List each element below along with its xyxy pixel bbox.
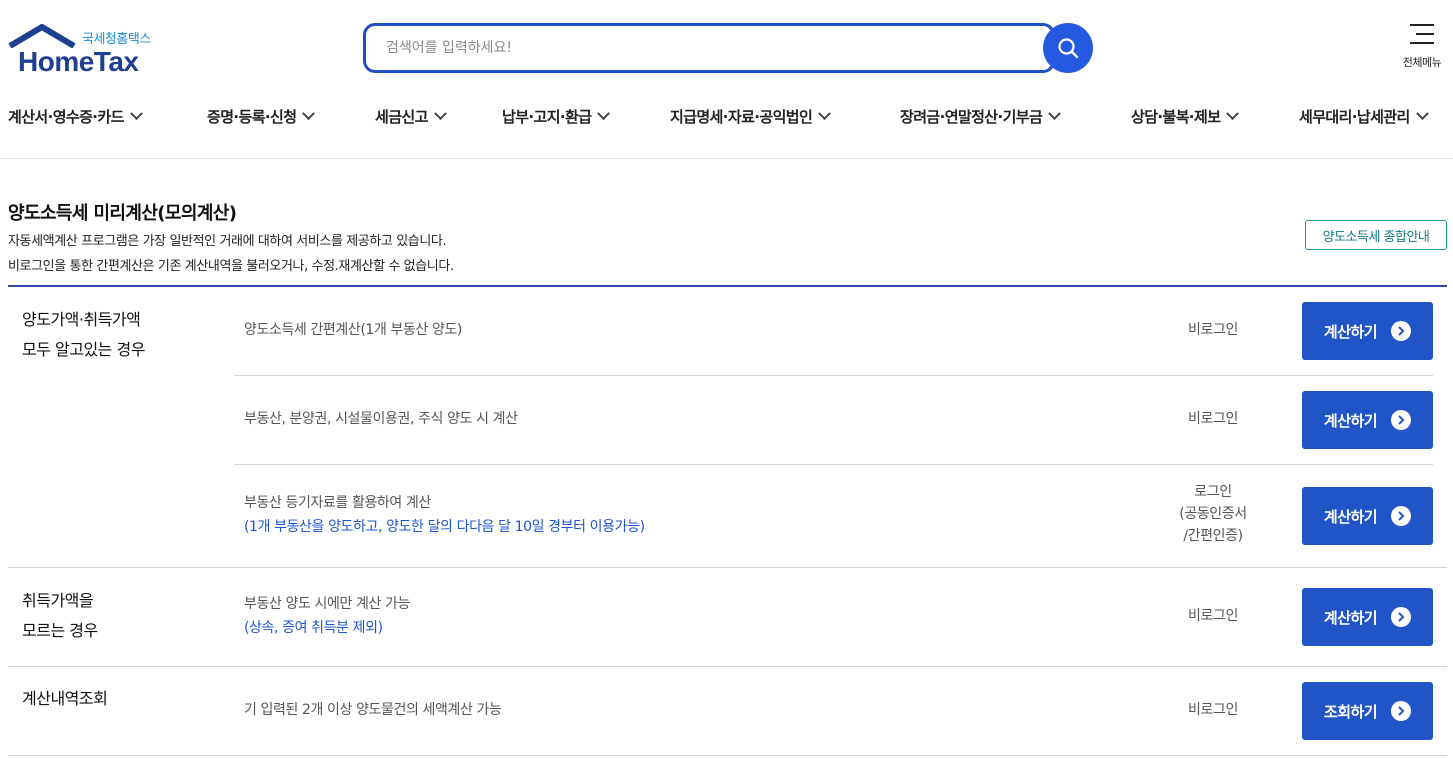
row-unknown-calc-note: (상속, 증여 취득분 제외) [244, 620, 383, 636]
main-navigation: 계산서·영수증·카드 증명·등록·신청 세금신고 납부·고지·환급 지급명세·자… [0, 106, 1453, 130]
nav-divider [0, 158, 1453, 159]
nav-item-certificate[interactable]: 증명·등록·신청 [207, 106, 316, 127]
chevron-right-icon [1391, 607, 1412, 627]
all-menu-button[interactable]: 전체메뉴 [1396, 24, 1448, 70]
logo-wordmark: HomeTax [18, 46, 139, 77]
calculate-button[interactable]: 계산하기 [1302, 391, 1433, 449]
capital-gains-guide-button[interactable]: 양도소득세 종합안내 [1305, 220, 1447, 250]
row-registry-calc-text: 부동산 등기자료를 활용하여 계산 (1개 부동산을 양도하고, 양도한 달의 … [244, 491, 645, 539]
row-property-calc-login: 비로그인 [1188, 411, 1238, 427]
row-simple-calc-text: 양도소득세 간편계산(1개 부동산 양도) [244, 322, 462, 338]
row-registry-calc-note: (1개 부동산을 양도하고, 양도한 달의 다다음 달 10일 경부터 이용가능… [244, 519, 645, 535]
row-simple-calc-login: 비로그인 [1188, 322, 1238, 338]
chevron-right-icon [1391, 321, 1412, 341]
search-icon [1058, 38, 1079, 59]
chevron-down-icon [1048, 107, 1062, 121]
section-divider [8, 755, 1447, 756]
category-history-lookup: 계산내역조회 [22, 689, 108, 708]
logo-subtitle: 국세청홈택스 [82, 32, 151, 47]
page-title: 양도소득세 미리계산(모의계산) [8, 203, 237, 224]
hamburger-icon [1410, 24, 1434, 44]
calculate-button[interactable]: 계산하기 [1302, 302, 1433, 360]
section-divider [8, 666, 1447, 667]
calculate-button[interactable]: 계산하기 [1302, 487, 1433, 545]
chevron-down-icon [818, 107, 832, 121]
row-registry-calc-login: 로그인 (공동인증서 /간편인증) [1179, 484, 1247, 544]
chevron-right-icon [1391, 701, 1412, 721]
page-description-1: 자동세액계산 프로그램은 가장 일반적인 거래에 대하여 서비스를 제공하고 있… [8, 234, 447, 249]
nav-item-statements[interactable]: 지급명세·자료·공익법인 [670, 106, 832, 127]
chevron-down-icon [1415, 107, 1429, 121]
row-unknown-calc-text: 부동산 양도 시에만 계산 가능 (상속, 증여 취득분 제외) [244, 592, 410, 640]
search-box [363, 23, 1055, 73]
category-known-prices: 양도가액·취득가액 모두 알고있는 경우 [22, 310, 145, 359]
chevron-down-icon [597, 107, 611, 121]
row-property-calc-text: 부동산, 분양권, 시설물이용권, 주식 양도 시 계산 [244, 411, 518, 427]
chevron-right-icon [1391, 410, 1412, 430]
row-unknown-calc-login: 비로그인 [1188, 608, 1238, 624]
chevron-down-icon [129, 107, 143, 121]
row-divider [234, 464, 1433, 465]
lookup-button[interactable]: 조회하기 [1302, 682, 1433, 740]
category-unknown-acquisition: 취득가액을 모르는 경우 [22, 591, 98, 640]
section-divider [8, 567, 1447, 568]
chevron-down-icon [433, 107, 447, 121]
all-menu-label: 전체메뉴 [1402, 56, 1442, 69]
nav-item-consulting[interactable]: 상담·불복·제보 [1131, 106, 1240, 127]
row-divider [234, 375, 1433, 376]
chevron-right-icon [1391, 506, 1412, 526]
nav-item-incentives[interactable]: 장려금·연말정산·기부금 [900, 106, 1062, 127]
nav-item-tax-agent[interactable]: 세무대리·납세관리 [1299, 106, 1429, 127]
search-input[interactable] [366, 26, 1052, 70]
row-history-login: 비로그인 [1188, 702, 1238, 718]
table-top-border [8, 285, 1447, 287]
nav-item-tax-return[interactable]: 세금신고 [375, 106, 447, 127]
nav-item-invoice[interactable]: 계산서·영수증·카드 [8, 106, 143, 127]
chevron-down-icon [302, 107, 316, 121]
search-button[interactable] [1043, 23, 1093, 73]
calculate-button[interactable]: 계산하기 [1302, 588, 1433, 646]
hometax-logo[interactable]: 국세청홈택스 HomeTax [8, 24, 168, 77]
row-history-text: 기 입력된 2개 이상 양도물건의 세액계산 가능 [244, 702, 502, 718]
nav-item-payment[interactable]: 납부·고지·환급 [502, 106, 611, 127]
chevron-down-icon [1226, 107, 1240, 121]
page-description-2: 비로그인을 통한 간편계산은 기존 계산내역을 불러오거나, 수정.재계산할 수… [8, 259, 454, 274]
